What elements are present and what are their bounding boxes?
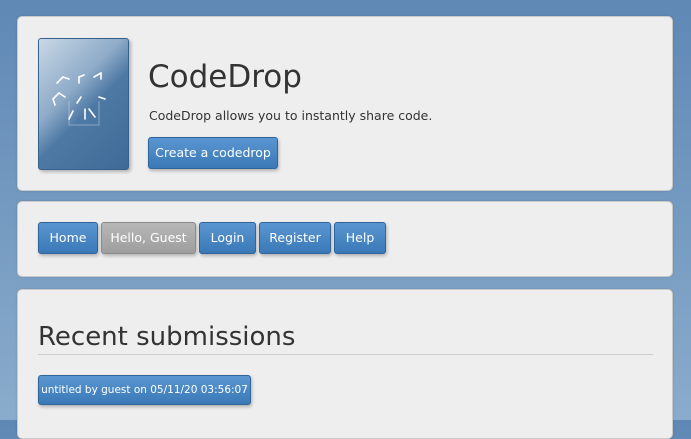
create-codedrop-button[interactable]: Create a codedrop — [148, 137, 278, 169]
nav-login-button[interactable]: Login — [199, 222, 256, 254]
header-panel: CodeDrop CodeDrop allows you to instantl… — [17, 16, 673, 191]
recent-submissions-panel: Recent submissions untitled by guest on … — [17, 289, 673, 439]
submission-link[interactable]: untitled by guest on 05/11/20 03:56:07 — [38, 375, 251, 405]
recent-submissions-title: Recent submissions — [38, 320, 653, 355]
codedrop-logo-icon — [38, 38, 129, 170]
nav-register-button[interactable]: Register — [259, 222, 331, 254]
app-subtitle: CodeDrop allows you to instantly share c… — [149, 108, 433, 123]
nav-home-button[interactable]: Home — [38, 222, 98, 254]
nav-user-greeting-button[interactable]: Hello, Guest — [101, 222, 196, 254]
nav-panel: Home Hello, Guest Login Register Help — [17, 201, 673, 277]
nav-help-button[interactable]: Help — [334, 222, 386, 254]
app-title: CodeDrop — [148, 59, 302, 95]
